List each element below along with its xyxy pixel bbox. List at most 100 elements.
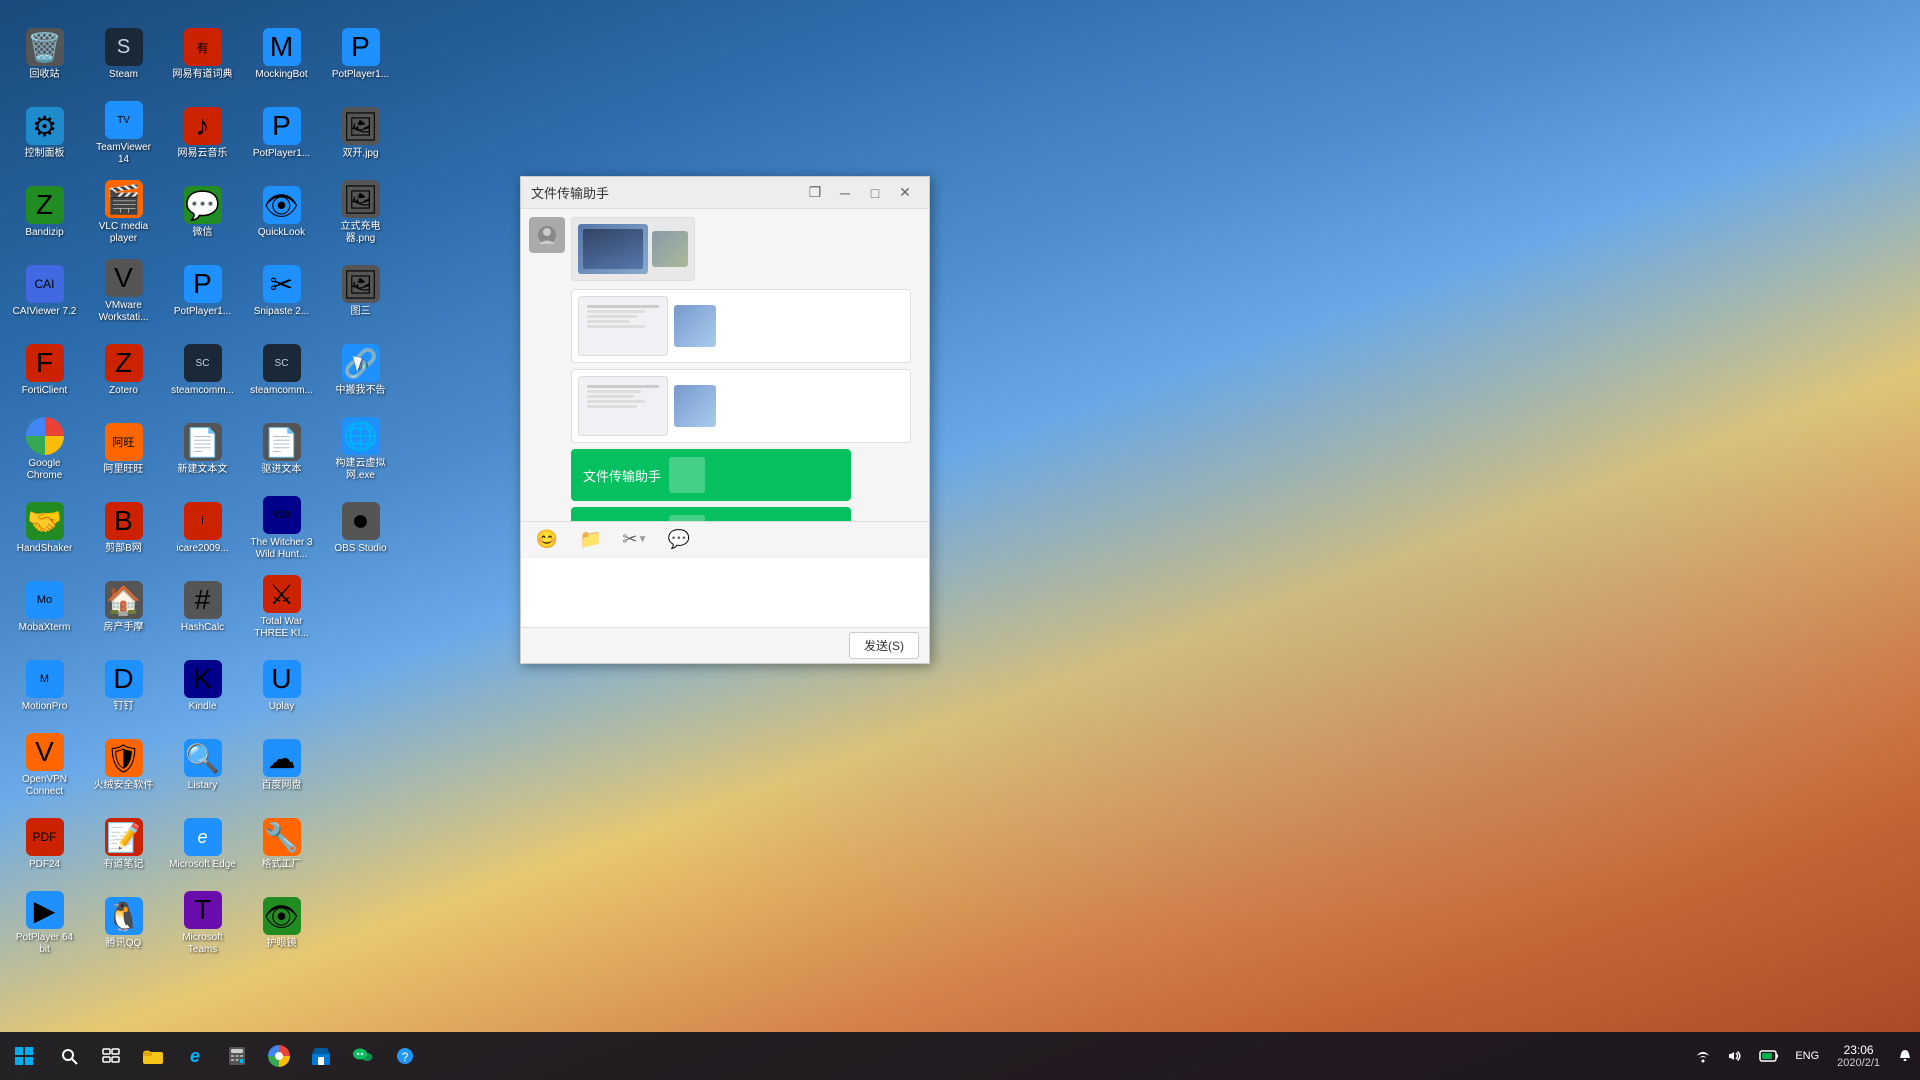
icon-huochong[interactable]: 🛡 火绒安全软件 xyxy=(86,728,161,803)
icon-steamcommu2[interactable]: SC steamcomm... xyxy=(244,333,319,408)
icon-vmware[interactable]: V VMware Workstati... xyxy=(86,254,161,329)
clock-date: 2020/2/1 xyxy=(1837,1057,1880,1069)
taskbar-edge[interactable]: e xyxy=(174,1032,216,1080)
wechat-window-controls: ❐ ─ □ ✕ xyxy=(801,181,919,205)
icon-jianzhu[interactable]: 🌐 构建云虚拟网.exe xyxy=(323,412,398,487)
icon-googlechrome[interactable]: Google Chrome xyxy=(7,412,82,487)
icon-hashcalc[interactable]: # HashCalc xyxy=(165,570,240,645)
taskbar-sys-tray: ENG 23:06 2020/2/1 xyxy=(1687,1032,1920,1080)
taskbar-explorer[interactable] xyxy=(132,1032,174,1080)
wechat-titlebar[interactable]: 文件传输助手 ❐ ─ □ ✕ xyxy=(521,177,929,209)
notification-btn[interactable] xyxy=(1890,1032,1920,1080)
message-group-2: 文件传输助手 文件传输助手 xyxy=(571,289,921,521)
icon-alibabawang[interactable]: 阿旺 阿里旺旺 xyxy=(86,412,161,487)
clock-time: 23:06 xyxy=(1844,1043,1874,1057)
icon-quotelink[interactable]: 🔗 中搬我不告 xyxy=(323,333,398,408)
taskbar: e xyxy=(0,1032,1920,1080)
chat-btn[interactable]: 💬 xyxy=(665,526,693,554)
icon-kongzhi[interactable]: ⚙ 控制面板 xyxy=(7,96,82,171)
language-indicator[interactable]: ENG xyxy=(1787,1032,1827,1080)
icon-mockingbot[interactable]: M MockingBot xyxy=(244,17,319,92)
icon-motionpro[interactable]: M MotionPro xyxy=(7,649,82,724)
wechat-send-btn[interactable]: 发送(S) xyxy=(849,632,919,659)
icon-newtext[interactable]: 📄 新建文本文 xyxy=(165,412,240,487)
file-share-card-1[interactable] xyxy=(571,217,695,281)
emoji-btn[interactable]: 😊 xyxy=(533,526,561,554)
wechat-footer: 发送(S) xyxy=(521,627,929,663)
green-bubble-1-thumb xyxy=(669,457,705,493)
doc-preview-2[interactable] xyxy=(571,369,911,443)
icon-msteams[interactable]: T Microsoft Teams xyxy=(165,886,240,961)
icon-potplayer[interactable]: ▶ PotPlayer 64 bit xyxy=(7,886,82,961)
icon-potplayer3[interactable]: P PotPlayer1... xyxy=(244,96,319,171)
icon-witcher[interactable]: W3 The Witcher 3 Wild Hunt... xyxy=(244,491,319,566)
wechat-window-title: 文件传输助手 xyxy=(531,183,801,202)
taskbar-unknown[interactable]: ? xyxy=(384,1032,426,1080)
icon-fangchan[interactable]: 🏠 房产手摩 xyxy=(86,570,161,645)
desktop: 🗑️ 回收站 ⚙ 控制面板 Z Bandizip CAI CAIViewer 7… xyxy=(0,0,1920,1080)
taskbar-store[interactable] xyxy=(300,1032,342,1080)
green-bubble-1[interactable]: 文件传输助手 xyxy=(571,449,851,501)
icon-listary[interactable]: 🔍 Listary xyxy=(165,728,240,803)
volume-icon[interactable] xyxy=(1719,1032,1751,1080)
start-button[interactable] xyxy=(0,1032,48,1080)
doc-preview-1[interactable] xyxy=(571,289,911,363)
icon-huyanjing[interactable]: 👁 护眼镜 xyxy=(244,886,319,961)
folder-btn[interactable]: 📁 xyxy=(577,526,605,554)
icon-dingtalk[interactable]: D 钉钉 xyxy=(86,649,161,724)
icon-wechat[interactable]: 💬 微信 xyxy=(165,175,240,250)
icon-uplay[interactable]: U Uplay xyxy=(244,649,319,724)
icon-geshibol[interactable]: 🔧 格式工厂 xyxy=(244,807,319,882)
icon-huishou[interactable]: 🗑️ 回收站 xyxy=(7,17,82,92)
wechat-message-area: 文件传输助手 文件传输助手 xyxy=(521,209,929,521)
network-icon[interactable] xyxy=(1687,1032,1719,1080)
icon-youdao[interactable]: 📝 有道笔记 xyxy=(86,807,161,882)
icon-obsstudio[interactable]: ⏺ OBS Studio xyxy=(323,491,398,566)
icon-imovie[interactable]: 📄 驱进文本 xyxy=(244,412,319,487)
icon-caiv[interactable]: CAI CAIViewer 7.2 xyxy=(7,254,82,329)
icon-tusan[interactable]: 🖼 图三 xyxy=(323,254,398,329)
icon-shuangjpg[interactable]: 🖼 双开.jpg xyxy=(323,96,398,171)
taskbar-chrome[interactable] xyxy=(258,1032,300,1080)
icon-baiduwangpan[interactable]: ☁ 百度网盘 xyxy=(244,728,319,803)
icon-steam[interactable]: S 文件传输助手 Steam xyxy=(86,17,161,92)
icon-potplayer2[interactable]: P PotPlayer1... xyxy=(165,254,240,329)
icon-lizhi2[interactable]: 🖼 立式充电器.png xyxy=(323,175,398,250)
icon-quicklook[interactable]: 👁 QuickLook xyxy=(244,175,319,250)
icon-totalwar[interactable]: ⚔ Total War THREE KI... xyxy=(244,570,319,645)
message-content-1 xyxy=(571,217,695,281)
icon-wangyiyun[interactable]: ♪ 网易云音乐 xyxy=(165,96,240,171)
wechat-input-area[interactable] xyxy=(521,557,929,627)
wechat-close-btn[interactable]: ✕ xyxy=(891,181,919,205)
scissors-btn[interactable]: ✂▼ xyxy=(621,526,649,554)
icon-wangyi163[interactable]: 有 网易有道词典 xyxy=(165,17,240,92)
taskbar-calculator[interactable] xyxy=(216,1032,258,1080)
icon-mobaterm[interactable]: Mo MobaXterm xyxy=(7,570,82,645)
wechat-min-btn[interactable]: ─ xyxy=(831,181,859,205)
icon-snipaste[interactable]: ✂ Snipaste 2... xyxy=(244,254,319,329)
icon-jianbuB[interactable]: B 剪部B网 xyxy=(86,491,161,566)
icon-kindle[interactable]: K Kindle xyxy=(165,649,240,724)
icon-teamviewer[interactable]: TV TeamViewer 14 xyxy=(86,96,161,171)
icon-fortclient[interactable]: F FortiClient xyxy=(7,333,82,408)
icon-icare[interactable]: i icare2009... xyxy=(165,491,240,566)
task-view-btn[interactable] xyxy=(90,1032,132,1080)
icon-handshaker[interactable]: 🤝 HandShaker xyxy=(7,491,82,566)
green-bubble-2[interactable]: 文件传输助手 xyxy=(571,507,851,521)
icon-tencentqq[interactable]: 🐧 腾讯QQ xyxy=(86,886,161,961)
icon-pdf24[interactable]: PDF PDF24 xyxy=(7,807,82,882)
icon-bandizip[interactable]: Z Bandizip xyxy=(7,175,82,250)
icon-zotero[interactable]: Z Zotero xyxy=(86,333,161,408)
taskbar-search-btn[interactable] xyxy=(48,1032,90,1080)
icon-msedge[interactable]: e Microsoft Edge xyxy=(165,807,240,882)
system-clock[interactable]: 23:06 2020/2/1 xyxy=(1827,1032,1890,1080)
taskbar-wechat[interactable] xyxy=(342,1032,384,1080)
wechat-max-btn[interactable]: □ xyxy=(861,181,889,205)
icon-openvpn[interactable]: V OpenVPN Connect xyxy=(7,728,82,803)
icon-vlcmedia[interactable]: 🎬 VLC media player xyxy=(86,175,161,250)
wechat-restore-btn[interactable]: ❐ xyxy=(801,181,829,205)
lang-text: ENG xyxy=(1795,1050,1819,1062)
battery-icon[interactable] xyxy=(1751,1032,1787,1080)
icon-potplayer4[interactable]: P PotPlayer1... xyxy=(323,17,398,92)
icon-steamcommu[interactable]: SC steamcomm... xyxy=(165,333,240,408)
